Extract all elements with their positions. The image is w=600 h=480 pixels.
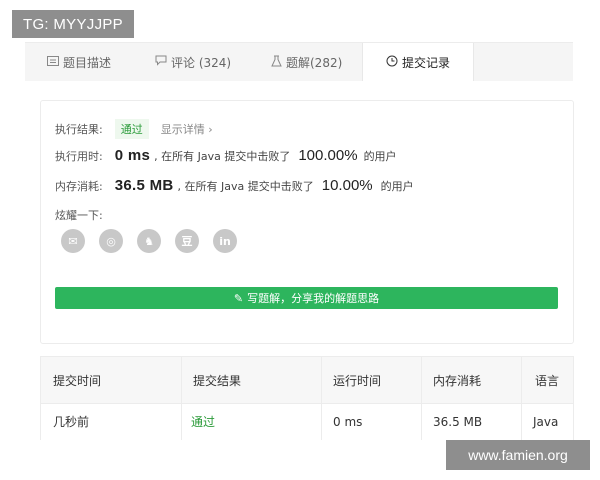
cell-language: Java	[533, 414, 559, 429]
tab-comments[interactable]: 评论 (324)	[155, 43, 231, 81]
memory-value: 36.5 MB	[114, 177, 174, 194]
flask-icon	[271, 55, 282, 70]
weibo-icon[interactable]: ◎	[99, 229, 123, 253]
watermark-top: TG: MYYJJPP	[12, 10, 134, 38]
runtime-suffix: 的用户	[363, 149, 397, 163]
runtime-label: 执行用时:	[55, 149, 103, 163]
memory-beat-text: , 在所有 Java 提交中击败了	[177, 179, 314, 193]
comment-icon	[155, 55, 167, 69]
cell-submit-time: 几秒前	[53, 415, 90, 429]
show-details-link[interactable]: 显示详情 ›	[161, 121, 213, 137]
cell-memory: 36.5 MB	[433, 414, 483, 429]
tab-label: 评论 (324)	[171, 55, 232, 70]
tab-description[interactable]: 题目描述	[47, 43, 111, 81]
result-card: 执行结果: 通过 显示详情 › 执行用时: 0 ms , 在所有 Java 提交…	[40, 100, 574, 344]
header-language: 语言	[535, 373, 560, 388]
linkedin-icon[interactable]: in	[213, 229, 237, 253]
column-divider	[321, 356, 322, 440]
tab-bar: 题目描述 评论 (324) 题解(282) 提交记录	[25, 42, 573, 81]
memory-percent: 10.00%	[321, 177, 373, 194]
qq-icon[interactable]: ♞	[137, 229, 161, 253]
share-label: 炫耀一下:	[55, 209, 103, 222]
cell-submit-result[interactable]: 通过	[191, 403, 215, 440]
runtime-row: 执行用时: 0 ms , 在所有 Java 提交中击败了 100.00% 的用户	[55, 147, 397, 164]
status-badge: 通过	[114, 119, 149, 139]
tab-solutions[interactable]: 题解(282)	[271, 43, 342, 81]
share-icons: ✉ ◎ ♞ 豆 in	[61, 229, 251, 253]
watermark-bottom: www.famien.org	[446, 440, 590, 470]
memory-row: 内存消耗: 36.5 MB , 在所有 Java 提交中击败了 10.00% 的…	[55, 177, 414, 194]
tab-submissions[interactable]: 提交记录	[362, 43, 474, 81]
status-label: 执行结果:	[55, 123, 103, 136]
header-runtime: 运行时间	[333, 373, 382, 388]
runtime-percent: 100.00%	[298, 147, 358, 164]
share-row: 炫耀一下:	[55, 207, 103, 223]
tab-label: 题解(282)	[286, 55, 343, 70]
header-submit-result: 提交结果	[193, 373, 242, 388]
column-divider	[421, 356, 422, 440]
header-submit-time: 提交时间	[53, 373, 102, 388]
tab-label: 题目描述	[63, 55, 112, 70]
memory-label: 内存消耗:	[55, 179, 103, 193]
douban-icon[interactable]: 豆	[175, 229, 199, 253]
runtime-value: 0 ms	[114, 147, 151, 164]
write-solution-button[interactable]: ✎ 写题解，分享我的解题思路	[55, 287, 558, 309]
description-icon	[47, 55, 59, 69]
header-memory: 内存消耗	[433, 373, 482, 388]
clock-icon	[386, 55, 398, 70]
column-divider	[521, 356, 522, 440]
tab-label: 提交记录	[401, 55, 450, 70]
status-row: 执行结果: 通过 显示详情 ›	[55, 119, 213, 139]
column-divider	[181, 356, 182, 440]
submissions-table: 提交时间 提交结果 运行时间 内存消耗 语言 几秒前 通过 0 ms 36.5 …	[40, 356, 574, 440]
pencil-icon: ✎	[233, 291, 244, 305]
table-row[interactable]: 几秒前 通过 0 ms 36.5 MB Java	[41, 403, 573, 440]
memory-suffix: 的用户	[380, 179, 414, 193]
table-header: 提交时间 提交结果 运行时间 内存消耗 语言	[41, 356, 573, 404]
wechat-icon[interactable]: ✉	[61, 229, 85, 253]
cell-runtime: 0 ms	[333, 414, 363, 429]
write-solution-label: 写题解，分享我的解题思路	[247, 292, 380, 305]
runtime-beat-text: , 在所有 Java 提交中击败了	[154, 149, 291, 163]
